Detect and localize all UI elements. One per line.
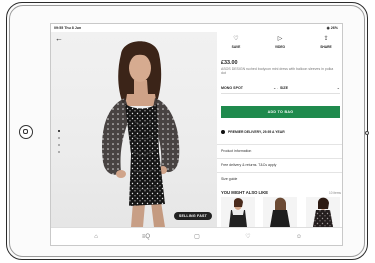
heart-icon: ♡ — [233, 36, 239, 42]
pagination-dot-active[interactable] — [58, 130, 60, 132]
delivery-returns-row[interactable]: Free delivery & returns. T&Cs apply — [217, 158, 342, 172]
recommendation-thumbnail[interactable] — [221, 197, 255, 227]
colour-select[interactable]: MONO SPOT — [221, 86, 243, 90]
divider: - — [277, 85, 279, 90]
delivery-icon — [221, 130, 225, 134]
account-icon[interactable]: ☺ — [294, 233, 304, 241]
back-arrow-icon[interactable]: ← — [55, 35, 63, 43]
chevron-down-icon[interactable]: ⌄ — [273, 85, 276, 90]
size-select[interactable]: SIZE — [280, 86, 288, 90]
saved-icon[interactable]: ♡ — [243, 233, 253, 241]
delivery-label: PREMIER DELIVERY, 29.95 A YEAR — [228, 130, 285, 134]
home-icon[interactable]: ⌂ — [91, 233, 101, 241]
row-label: Free delivery & returns. T&Cs apply — [221, 163, 277, 167]
row-label: Product information — [221, 149, 252, 153]
pagination-dot[interactable] — [58, 144, 60, 146]
recommendations-title: YOU MIGHT ALSO LIKE — [221, 190, 269, 195]
size-guide-row[interactable]: Size guide — [217, 172, 342, 186]
product-price: £33.00 — [221, 60, 238, 66]
status-time: 09:55 Thu 8 Jun — [54, 25, 82, 30]
product-description: ASOS DESIGN ruched bodycon mini dress wi… — [221, 67, 334, 76]
recommendations-count: 10 items — [328, 191, 341, 195]
thumbnail-image — [229, 198, 247, 227]
chevron-down-icon[interactable]: ⌄ — [337, 85, 340, 90]
recommendation-thumbnail[interactable] — [263, 197, 297, 227]
action-bar: ♡ SAVE ▷ VIDEO ⇪ SHARE — [217, 36, 342, 52]
home-button[interactable] — [19, 125, 33, 139]
row-label: Size guide — [221, 177, 238, 181]
bottom-tab-bar: ⌂ ≡Q ▢ ♡ ☺ — [51, 227, 342, 245]
add-to-bag-button[interactable]: ADD TO BAG — [221, 106, 340, 118]
app-screen: 09:55 Thu 8 Jun ◉ 26% ← SELLING FAST ♡ S… — [50, 23, 343, 246]
save-button[interactable]: ♡ SAVE — [221, 36, 251, 49]
product-details: ♡ SAVE ▷ VIDEO ⇪ SHARE £33.00 ASOS DESIG… — [217, 32, 342, 227]
video-button[interactable]: ▷ VIDEO — [265, 36, 295, 49]
share-label: SHARE — [320, 45, 332, 49]
share-icon: ⇪ — [323, 36, 329, 42]
play-icon: ▷ — [277, 36, 283, 42]
pagination-dot[interactable] — [58, 137, 60, 139]
recommendations-carousel[interactable] — [221, 197, 342, 227]
product-information-row[interactable]: Product information — [217, 144, 342, 158]
status-bar: 09:55 Thu 8 Jun ◉ 26% — [51, 24, 342, 32]
variant-selectors: MONO SPOT ⌄ - SIZE ⌄ — [221, 84, 340, 94]
recommendation-thumbnail[interactable] — [306, 197, 340, 227]
search-icon[interactable]: ≡Q — [141, 233, 151, 241]
pagination-dot[interactable] — [58, 151, 60, 153]
share-button[interactable]: ⇪ SHARE — [311, 36, 341, 49]
thumbnail-image — [313, 197, 333, 227]
save-label: SAVE — [231, 45, 241, 49]
battery-indicator: ◉ 26% — [326, 25, 338, 30]
bag-icon[interactable]: ▢ — [192, 233, 202, 241]
gallery-pagination[interactable] — [58, 130, 60, 158]
video-label: VIDEO — [274, 45, 286, 49]
thumbnail-image — [270, 197, 290, 227]
camera-icon — [365, 131, 369, 135]
selling-fast-badge: SELLING FAST — [173, 212, 212, 220]
product-image-gallery[interactable]: ← SELLING FAST — [51, 32, 217, 227]
product-photo — [101, 41, 180, 227]
premier-delivery-banner[interactable]: PREMIER DELIVERY, 29.95 A YEAR — [221, 129, 340, 137]
